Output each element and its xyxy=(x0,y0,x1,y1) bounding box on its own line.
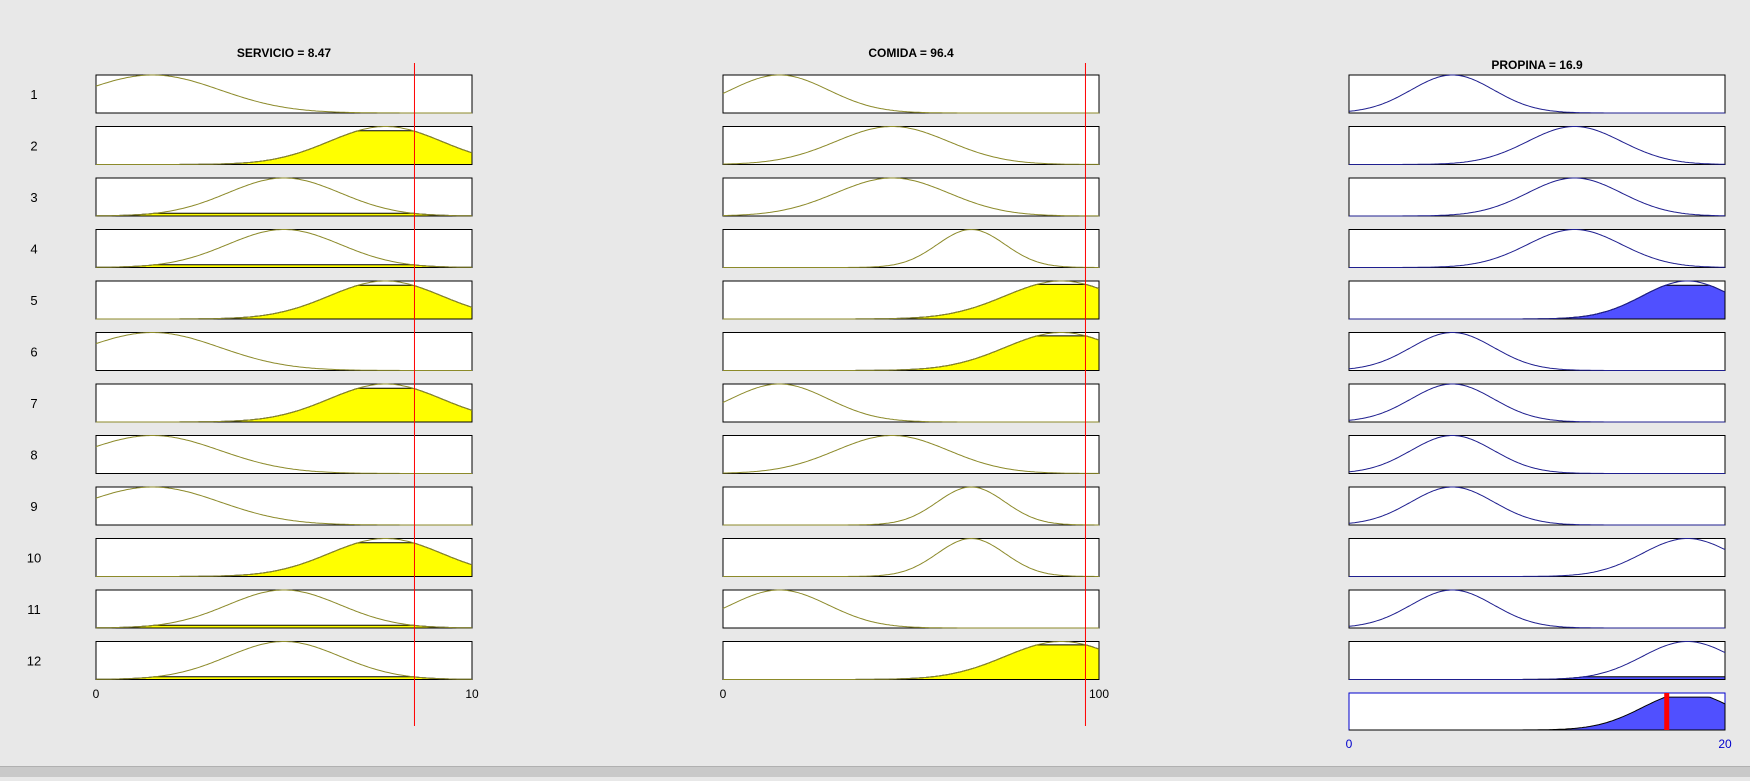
rule-12-propina-plot xyxy=(1348,641,1726,680)
rule-10-propina-plot xyxy=(1348,538,1726,577)
plot-frame xyxy=(95,641,473,680)
rule-9-propina-plot xyxy=(1348,486,1726,526)
axis-tick-label: 100 xyxy=(1089,687,1109,701)
plot-frame xyxy=(722,486,1100,526)
rule-label: 12 xyxy=(27,654,41,669)
rule-7-propina-plot xyxy=(1348,383,1726,423)
plot-frame xyxy=(722,383,1100,423)
chart-title: SERVICIO = 8.47 xyxy=(237,46,331,60)
rule-label: 9 xyxy=(30,499,37,514)
plot-frame xyxy=(95,229,473,268)
rule-10-servicio-plot xyxy=(95,538,473,577)
rule-5-comida-plot xyxy=(722,280,1100,320)
plot-frame xyxy=(1348,383,1726,423)
plot-frame xyxy=(722,126,1100,165)
chart-title: PROPINA = 16.9 xyxy=(1491,58,1583,72)
plot-frame xyxy=(1348,177,1726,217)
rule-8-servicio-plot xyxy=(95,435,473,474)
rule-7-servicio-plot xyxy=(95,383,473,423)
plot-frame xyxy=(1348,641,1726,680)
rule-11-comida-plot xyxy=(722,589,1100,629)
rule-viewer: 1 2 3 4 5 6 7 8 9 10 11 12 SERVICIO = 8.47 0 10 COMIDA … xyxy=(0,0,1750,776)
rule-8-comida-plot xyxy=(722,435,1100,474)
plot-frame xyxy=(1348,486,1726,526)
rule-1-propina-plot xyxy=(1348,74,1726,114)
rule-3-comida-plot xyxy=(722,177,1100,217)
rule-2-propina-plot xyxy=(1348,126,1726,165)
rule-12-comida-plot xyxy=(722,641,1100,680)
plot-frame xyxy=(1348,126,1726,165)
rule-label: 11 xyxy=(27,602,41,617)
rule-5-propina-plot xyxy=(1348,280,1726,320)
plot-frame xyxy=(722,435,1100,474)
rule-3-servicio-plot xyxy=(95,177,473,217)
rule-label: 1 xyxy=(30,87,37,102)
rule-3-propina-plot xyxy=(1348,177,1726,217)
rule-1-servicio-plot xyxy=(95,74,473,114)
plot-frame xyxy=(1348,435,1726,474)
rule-8-propina-plot xyxy=(1348,435,1726,474)
rule-11-propina-plot xyxy=(1348,589,1726,629)
plot-frame xyxy=(722,74,1100,114)
plot-frame xyxy=(722,538,1100,577)
axis-tick-label: 10 xyxy=(465,687,479,701)
rule-2-servicio-plot xyxy=(95,126,473,165)
plot-frame xyxy=(1348,74,1726,114)
axis-tick-label: 0 xyxy=(93,687,100,701)
plot-frame xyxy=(95,589,473,629)
plot-frame xyxy=(1348,589,1726,629)
rule-4-servicio-plot xyxy=(95,229,473,268)
plot-frame xyxy=(1348,332,1726,371)
axis-tick-label: 0 xyxy=(720,687,727,701)
chart-title: COMIDA = 96.4 xyxy=(868,46,954,60)
rule-6-servicio-plot xyxy=(95,332,473,371)
rule-label: 2 xyxy=(30,139,37,154)
rule-label: 6 xyxy=(30,345,37,360)
rule-2-comida-plot xyxy=(722,126,1100,165)
rule-9-comida-plot xyxy=(722,486,1100,526)
rule-11-servicio-plot xyxy=(95,589,473,629)
rule-9-servicio-plot xyxy=(95,486,473,526)
rule-label: 4 xyxy=(30,242,37,257)
rule-label: 10 xyxy=(27,551,41,566)
rule-4-propina-plot xyxy=(1348,229,1726,268)
status-bar xyxy=(0,766,1750,777)
plot-frame xyxy=(1348,229,1726,268)
plot-frame xyxy=(722,589,1100,629)
rule-label: 3 xyxy=(30,190,37,205)
rule-label: 8 xyxy=(30,448,37,463)
aggregate-output-plot xyxy=(1348,692,1726,731)
plot-frame xyxy=(1348,538,1726,577)
plot-frame xyxy=(722,177,1100,217)
plot-frame xyxy=(95,177,473,217)
rule-viewer-canvas: 123456789101112SERVICIO = 8.470 10COMIDA … xyxy=(27,46,1732,751)
rule-1-comida-plot xyxy=(722,74,1100,114)
rule-label: 5 xyxy=(30,293,37,308)
rule-6-propina-plot xyxy=(1348,332,1726,371)
rule-7-comida-plot xyxy=(722,383,1100,423)
axis-tick-label: 20 xyxy=(1718,737,1732,751)
rule-label: 7 xyxy=(30,396,37,411)
plot-frame xyxy=(722,229,1100,268)
rule-6-comida-plot xyxy=(722,332,1100,371)
axis-tick-label: 0 xyxy=(1346,737,1353,751)
rule-10-comida-plot xyxy=(722,537,1100,577)
rule-12-servicio-plot xyxy=(95,641,473,680)
rule-4-comida-plot xyxy=(722,228,1100,268)
rule-5-servicio-plot xyxy=(95,280,473,320)
